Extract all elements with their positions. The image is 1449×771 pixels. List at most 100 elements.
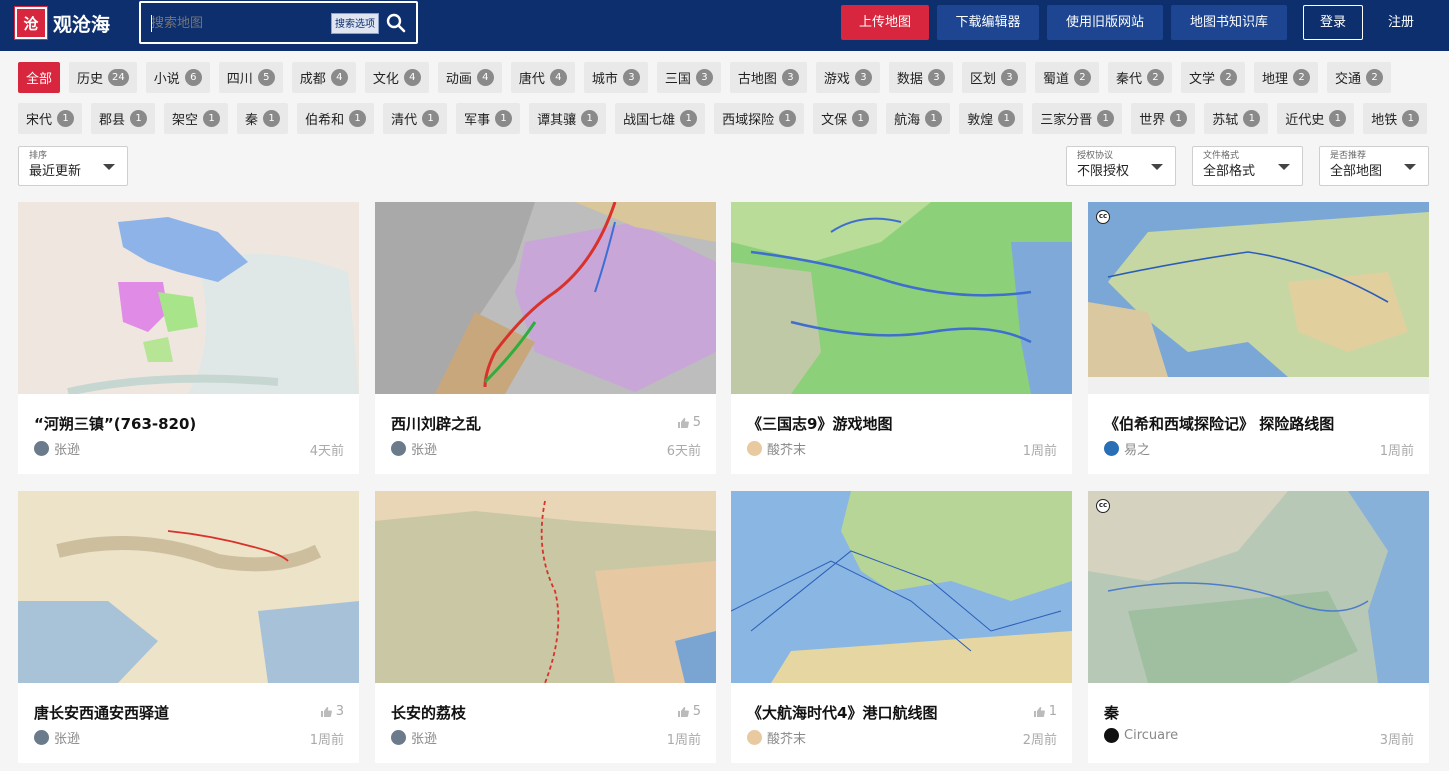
- tag-filter[interactable]: 清代 1: [383, 103, 448, 134]
- map-card[interactable]: 唐长安西通安西驿道 3 张逊 1周前: [18, 491, 359, 763]
- tag-filter[interactable]: 郡县 1: [91, 103, 156, 134]
- login-button[interactable]: 登录: [1303, 5, 1363, 40]
- card-author[interactable]: 张逊: [391, 439, 437, 458]
- avatar: [747, 441, 762, 456]
- download-editor-button[interactable]: 下载编辑器: [937, 5, 1039, 40]
- tag-filter[interactable]: 游戏 3: [815, 62, 880, 93]
- tag-filter[interactable]: 敦煌 1: [959, 103, 1024, 134]
- tag-filter[interactable]: 四川 5: [218, 62, 283, 93]
- tag-filter[interactable]: 苏轼 1: [1204, 103, 1269, 134]
- tag-filter[interactable]: 成都 4: [291, 62, 356, 93]
- like-count[interactable]: 1: [1033, 704, 1057, 719]
- tag-filter[interactable]: 近代史 1: [1277, 103, 1355, 134]
- tag-filter[interactable]: 动画 4: [437, 62, 502, 93]
- map-thumbnail[interactable]: [375, 491, 716, 683]
- tag-label: 敦煌: [967, 113, 994, 128]
- map-card[interactable]: 《三国志9》游戏地图 酸芥末 1周前: [731, 202, 1072, 474]
- upload-map-button[interactable]: 上传地图: [841, 5, 929, 40]
- tag-label: 文保: [821, 113, 848, 128]
- tag-filter[interactable]: 西域探险 1: [714, 103, 805, 134]
- map-thumbnail[interactable]: cc: [1088, 202, 1429, 394]
- map-thumbnail[interactable]: [731, 491, 1072, 683]
- recommended-dropdown[interactable]: 是否推荐 全部地图: [1319, 146, 1429, 186]
- tag-filter[interactable]: 城市 3: [583, 62, 648, 93]
- tag-filter[interactable]: 世界 1: [1131, 103, 1196, 134]
- license-label: 授权协议: [1077, 151, 1114, 161]
- card-title[interactable]: 秦: [1104, 702, 1119, 723]
- tag-filter[interactable]: 地铁 1: [1363, 103, 1428, 134]
- map-card[interactable]: 《大航海时代4》港口航线图 1 酸芥末 2周前: [731, 491, 1072, 763]
- search-input[interactable]: [151, 13, 321, 33]
- card-title[interactable]: 《三国志9》游戏地图: [747, 413, 892, 434]
- card-author[interactable]: 酸芥末: [747, 728, 806, 747]
- card-title[interactable]: 《伯希和西域探险记》 探险路线图: [1104, 413, 1334, 434]
- old-site-button[interactable]: 使用旧版网站: [1047, 5, 1163, 40]
- format-dropdown[interactable]: 文件格式 全部格式: [1192, 146, 1303, 186]
- like-count[interactable]: 5: [677, 415, 701, 430]
- tag-filter[interactable]: 航海 1: [886, 103, 951, 134]
- search-options-button[interactable]: 搜索选项: [331, 13, 379, 34]
- tag-filter[interactable]: 区划 3: [961, 62, 1026, 93]
- search-icon[interactable]: [386, 13, 406, 33]
- tag-filter[interactable]: 秦代 2: [1107, 62, 1172, 93]
- card-author[interactable]: 张逊: [391, 728, 437, 747]
- tag-count-badge: 3: [695, 69, 713, 86]
- tag-filter[interactable]: 谭其骧 1: [529, 103, 607, 134]
- tag-filter[interactable]: 秦1: [237, 103, 289, 134]
- card-title[interactable]: 唐长安西通安西驿道: [34, 702, 169, 723]
- map-thumbnail[interactable]: [375, 202, 716, 394]
- tag-filter[interactable]: 古地图 3: [729, 62, 807, 93]
- tag-filter[interactable]: 伯希和 1: [297, 103, 375, 134]
- map-thumbnail[interactable]: [18, 491, 359, 683]
- tag-filter[interactable]: 军事 1: [456, 103, 521, 134]
- card-author[interactable]: 张逊: [34, 439, 80, 458]
- tag-filter[interactable]: 地理 2: [1254, 62, 1319, 93]
- card-author[interactable]: Circuare: [1104, 728, 1178, 743]
- tag-label: 谭其骧: [537, 113, 577, 128]
- map-card[interactable]: “河朔三镇”(763-820) 张逊 4天前: [18, 202, 359, 474]
- card-title[interactable]: 《大航海时代4》港口航线图: [747, 702, 937, 723]
- map-thumbnail[interactable]: [731, 202, 1072, 394]
- tag-filter[interactable]: 文学 2: [1180, 62, 1245, 93]
- license-dropdown[interactable]: 授权协议 不限授权: [1066, 146, 1176, 186]
- card-title[interactable]: 长安的荔枝: [391, 702, 466, 723]
- tag-label: 成都: [299, 72, 326, 87]
- card-author[interactable]: 张逊: [34, 728, 80, 747]
- tag-filter[interactable]: 文化 4: [364, 62, 429, 93]
- card-author[interactable]: 酸芥末: [747, 439, 806, 458]
- site-logo[interactable]: 沧 观沧海: [15, 7, 110, 39]
- tag-filter[interactable]: 唐代 4: [510, 62, 575, 93]
- tag-count-badge: 2: [1220, 69, 1237, 86]
- card-author[interactable]: 易之: [1104, 439, 1150, 458]
- tag-filter[interactable]: 蜀道 2: [1034, 62, 1099, 93]
- like-count[interactable]: 3: [320, 704, 344, 719]
- tag-label: 游戏: [823, 72, 850, 87]
- tag-filter[interactable]: 小说 6: [145, 62, 210, 93]
- sort-dropdown[interactable]: 排序 最近更新: [18, 146, 128, 186]
- map-thumbnail[interactable]: [18, 202, 359, 394]
- tag-count-badge: 1: [57, 110, 75, 127]
- card-title[interactable]: “河朔三镇”(763-820): [34, 413, 196, 434]
- card-title[interactable]: 西川刘辟之乱: [391, 413, 481, 434]
- tag-filter[interactable]: 三家分晋 1: [1032, 103, 1123, 134]
- tag-filter[interactable]: 交通 2: [1327, 62, 1392, 93]
- tag-filter[interactable]: 数据 3: [888, 62, 953, 93]
- map-card[interactable]: cc 秦 Circuare 3周前: [1088, 491, 1429, 763]
- tag-filter[interactable]: 历史 24: [69, 62, 137, 93]
- tag-label: 交通: [1335, 72, 1362, 87]
- tag-filter[interactable]: 宋代 1: [18, 103, 83, 134]
- knowledge-base-button[interactable]: 地图书知识库: [1171, 5, 1287, 40]
- map-card[interactable]: 长安的荔枝 5 张逊 1周前: [375, 491, 716, 763]
- tag-filter[interactable]: 战国七雄 1: [615, 103, 706, 134]
- tag-filter[interactable]: 三国 3: [656, 62, 721, 93]
- tag-label: 架空: [172, 113, 199, 128]
- tag-filter[interactable]: 文保 1: [813, 103, 878, 134]
- map-thumbnail[interactable]: cc: [1088, 491, 1429, 683]
- map-card[interactable]: 西川刘辟之乱 5 张逊 6天前: [375, 202, 716, 474]
- tag-count-badge: 3: [927, 69, 945, 86]
- tag-filter[interactable]: 架空 1: [164, 103, 229, 134]
- tag-all[interactable]: 全部: [18, 62, 61, 93]
- like-count[interactable]: 5: [677, 704, 701, 719]
- register-button[interactable]: 注册: [1374, 5, 1428, 40]
- map-card[interactable]: cc 《伯希和西域探险记》 探险路线图 易之 1周前: [1088, 202, 1429, 474]
